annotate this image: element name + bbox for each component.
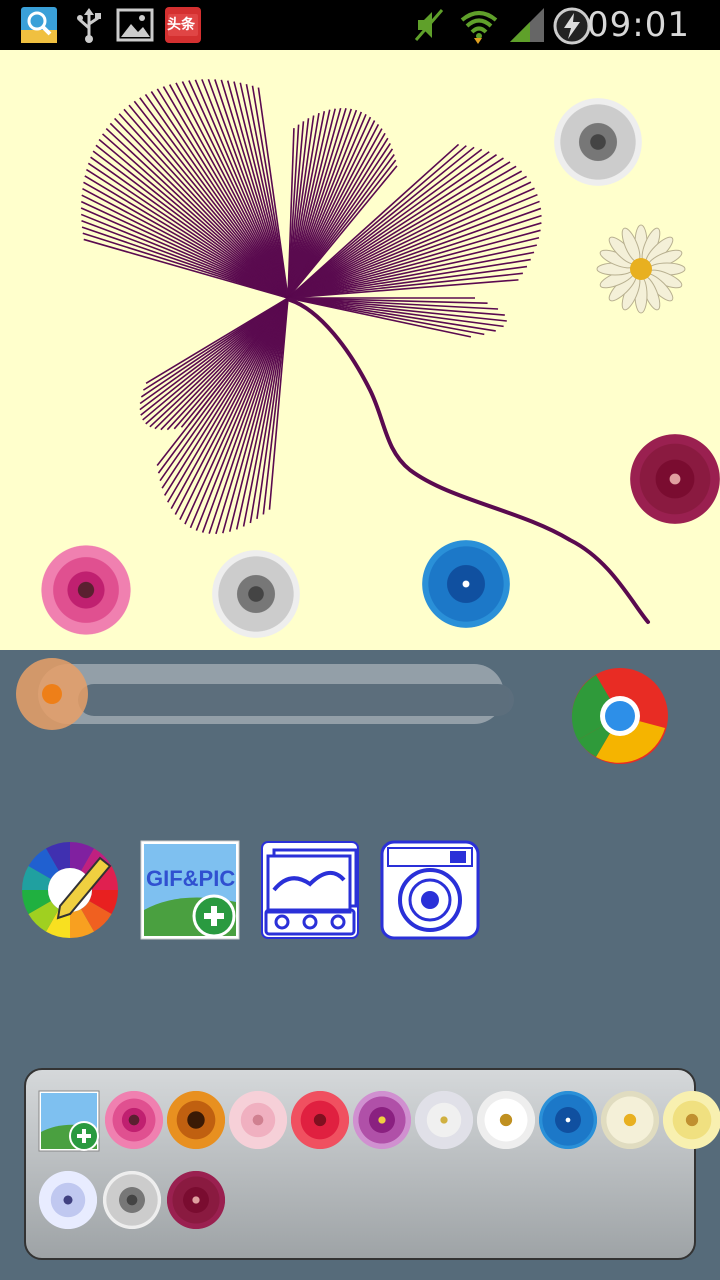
orange-sunflower-icon[interactable] (166, 1090, 226, 1150)
sticker-tray (24, 1068, 720, 1260)
color-wheel-pencil-icon[interactable] (20, 840, 120, 940)
white-lily-icon[interactable] (414, 1090, 474, 1150)
pink-flower-sticker[interactable] (40, 544, 132, 636)
drawing-canvas[interactable] (0, 50, 720, 650)
mute-icon (410, 6, 448, 44)
gif-add-icon[interactable]: GIF&PIC (140, 840, 240, 940)
signal-icon (508, 6, 546, 44)
fan-stroke-line (166, 297, 289, 503)
chrome-icon[interactable] (570, 666, 670, 766)
blue-white-flower-icon[interactable] (38, 1170, 98, 1230)
blue-flower-icon[interactable] (538, 1090, 598, 1150)
white-daisy-icon[interactable] (600, 1090, 660, 1150)
toutiao-app-icon: 头条 (164, 6, 202, 44)
battery-charging-icon (552, 6, 591, 45)
search-app-icon (20, 6, 58, 44)
white-daisy-sticker[interactable] (596, 224, 686, 314)
slider-thumb[interactable] (16, 658, 88, 730)
slider-track[interactable] (38, 664, 514, 724)
wifi-icon (458, 6, 498, 44)
crimson-star-flower-icon[interactable] (166, 1170, 226, 1230)
white-flower-icon[interactable] (476, 1090, 536, 1150)
crimson-star-flower-sticker[interactable] (630, 434, 720, 524)
gif-pic-label: GIF&PIC (146, 866, 236, 891)
slider-track-inner (78, 684, 514, 716)
gray-dandelion-sticker-2[interactable] (212, 550, 300, 638)
camera-icon[interactable] (380, 840, 480, 940)
purple-flower-icon[interactable] (352, 1090, 412, 1150)
pink-flower-icon[interactable] (104, 1090, 164, 1150)
brush-size-slider[interactable] (16, 658, 514, 730)
image-icon (116, 6, 154, 44)
blue-flower-sticker[interactable] (422, 540, 510, 628)
slider-thumb-core (42, 684, 62, 704)
usb-icon (70, 6, 108, 44)
gray-dandelion-icon[interactable] (102, 1170, 162, 1230)
red-flower-icon[interactable] (290, 1090, 350, 1150)
fan-stroke-line (287, 145, 467, 299)
light-pink-flower-icon[interactable] (228, 1090, 288, 1150)
stamp-gallery-icon[interactable] (260, 840, 360, 940)
yellow-flower-icon[interactable] (662, 1090, 720, 1150)
gray-dandelion-sticker[interactable] (554, 98, 642, 186)
clock: 09:01 (587, 5, 690, 45)
status-bar: 头条 09:01 (0, 0, 720, 50)
add-image-icon[interactable] (38, 1090, 100, 1152)
toutiao-label: 头条 (167, 17, 195, 33)
